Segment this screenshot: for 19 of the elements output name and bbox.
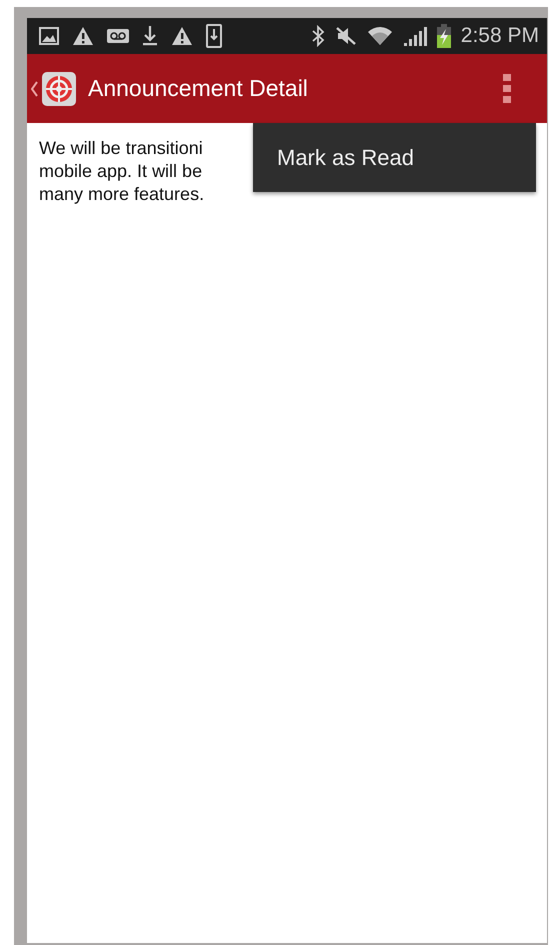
more-vertical-icon	[503, 74, 511, 104]
phone-download-icon	[206, 24, 222, 48]
warning-icon	[171, 26, 193, 46]
image-icon	[39, 27, 59, 45]
screen-title: Announcement Detail	[88, 75, 309, 102]
voicemail-icon	[107, 28, 129, 44]
download-icon	[142, 25, 158, 47]
mute-icon	[334, 26, 357, 46]
warning-icon	[72, 26, 94, 46]
up-button[interactable]	[31, 72, 76, 106]
announcement-text: We will be transitioni mobile app. It will be many more features.	[39, 137, 204, 206]
signal-icon	[402, 25, 427, 47]
bluetooth-icon	[310, 25, 325, 47]
wifi-icon	[366, 25, 393, 47]
clock-time: 2:58 PM	[460, 24, 539, 48]
target-icon	[42, 72, 76, 106]
menu-item[interactable]: Mark as Read	[253, 144, 438, 170]
battery-charging-icon	[436, 24, 451, 48]
chevron-icon	[31, 80, 38, 96]
